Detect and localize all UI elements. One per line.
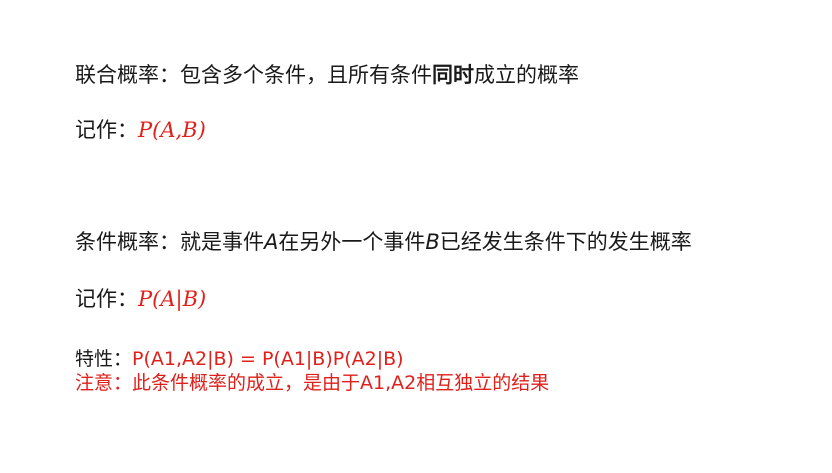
joint-probability-definition: 联合概率：包含多个条件，且所有条件同时成立的概率 <box>75 60 579 90</box>
cond-title-prefix: 条件概率：就是事件 <box>75 230 264 254</box>
cond-notation-formula: P(A|B) <box>138 287 207 311</box>
cond-title-middle: 在另外一个事件 <box>278 230 426 254</box>
joint-title-emphasis: 同时 <box>432 63 474 87</box>
joint-probability-notation: 记作：P(A,B) <box>75 115 206 145</box>
joint-title-suffix: 成立的概率 <box>474 63 579 87</box>
note-text: 注意：此条件概率的成立，是由于A1,A2相互独立的结果 <box>75 372 550 394</box>
joint-notation-formula: P(A,B) <box>138 118 206 142</box>
cond-event-b: B <box>425 230 440 254</box>
joint-title-prefix: 联合概率：包含多个条件，且所有条件 <box>75 63 432 87</box>
property-formula: P(A1,A2|B) = P(A1|B)P(A2|B) <box>132 348 404 370</box>
cond-title-suffix: 已经发生条件下的发生概率 <box>439 230 692 254</box>
cond-notation-label: 记作： <box>75 287 138 311</box>
property-label: 特性： <box>75 348 133 370</box>
property-line: 特性：P(A1,A2|B) = P(A1|B)P(A2|B) <box>75 347 404 371</box>
conditional-probability-notation: 记作：P(A|B) <box>75 284 206 314</box>
cond-event-a: A <box>264 230 279 254</box>
conditional-probability-definition: 条件概率：就是事件A在另外一个事件B已经发生条件下的发生概率 <box>75 227 692 257</box>
note-line: 注意：此条件概率的成立，是由于A1,A2相互独立的结果 <box>75 371 549 395</box>
joint-notation-label: 记作： <box>75 118 138 142</box>
